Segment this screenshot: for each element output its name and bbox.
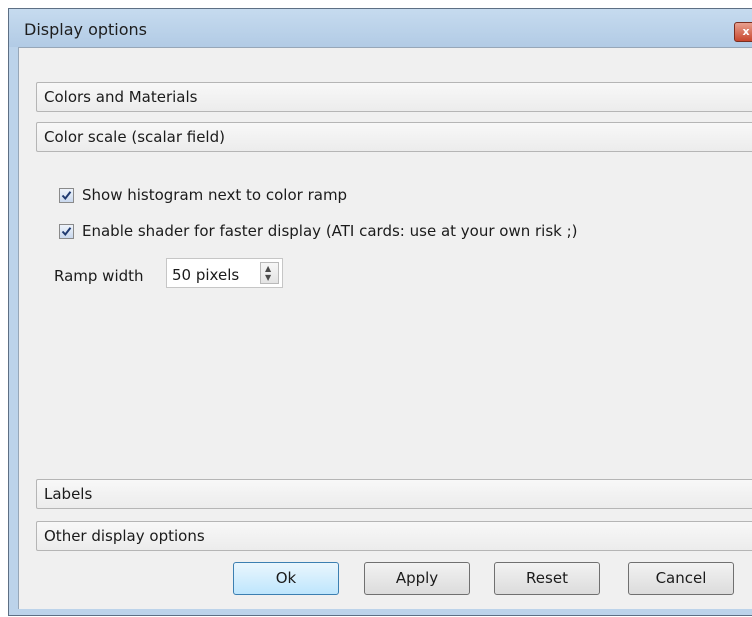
section-labels[interactable]: Labels	[36, 479, 752, 509]
show-histogram-checkbox[interactable]	[59, 187, 74, 203]
checkmark-icon	[61, 190, 72, 200]
show-histogram-row[interactable]: Show histogram next to color ramp	[59, 185, 347, 205]
ramp-width-spinbox[interactable]: 50 pixels ▲ ▼	[166, 258, 283, 288]
enable-shader-row[interactable]: Enable shader for faster display (ATI ca…	[59, 221, 578, 241]
enable-shader-checkbox[interactable]	[59, 223, 74, 239]
ramp-width-stepper[interactable]: ▲ ▼	[260, 262, 279, 284]
ramp-width-value[interactable]: 50 pixels	[172, 266, 239, 284]
section-color-scale[interactable]: Color scale (scalar field)	[36, 122, 752, 152]
enable-shader-label: Enable shader for faster display (ATI ca…	[82, 222, 578, 240]
ramp-width-label: Ramp width	[54, 267, 144, 285]
reset-button[interactable]: Reset	[494, 562, 600, 595]
window-title: Display options	[24, 20, 147, 39]
close-button[interactable]: x	[734, 22, 752, 42]
title-bar[interactable]: Display options x	[9, 9, 752, 47]
section-colors-and-materials[interactable]: Colors and Materials	[36, 82, 752, 112]
section-other-display-options[interactable]: Other display options	[36, 521, 752, 551]
cancel-button[interactable]: Cancel	[628, 562, 734, 595]
checkmark-icon	[61, 226, 72, 236]
close-icon: x	[742, 25, 750, 38]
show-histogram-label: Show histogram next to color ramp	[82, 186, 348, 204]
ok-button[interactable]: Ok	[233, 562, 339, 595]
spin-down-icon[interactable]: ▼	[265, 274, 271, 282]
spin-up-icon[interactable]: ▲	[265, 265, 271, 273]
display-options-dialog: Display options x Colors and Materials C…	[8, 8, 752, 616]
apply-button[interactable]: Apply	[364, 562, 470, 595]
dialog-body: Colors and Materials Color scale (scalar…	[18, 47, 752, 609]
